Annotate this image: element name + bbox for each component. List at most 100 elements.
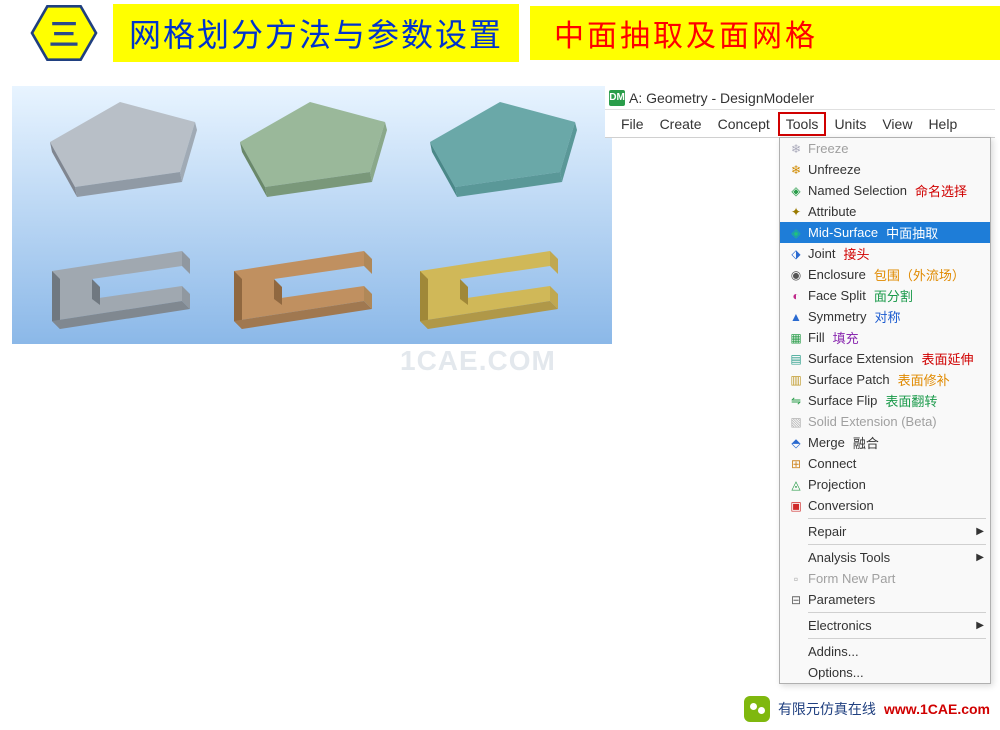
shape-pentagon-teal — [410, 92, 590, 202]
designmodeler-window: DM A: Geometry - DesignModeler File Crea… — [605, 86, 995, 138]
menu-item-addins[interactable]: Addins... — [780, 641, 990, 662]
menu-item-icon: ✦ — [784, 205, 808, 219]
menu-separator — [808, 518, 986, 519]
footer-text-2: www.1CAE.com — [884, 701, 990, 717]
menu-item-projection[interactable]: ◬Projection — [780, 474, 990, 495]
menu-item-icon: ❄ — [784, 163, 808, 177]
submenu-arrow-icon: ▶ — [976, 526, 984, 537]
menu-item-icon: ⇋ — [784, 394, 808, 408]
menu-item-surface-extension[interactable]: ▤Surface Extension表面延伸 — [780, 348, 990, 369]
menu-item-icon: ▦ — [784, 331, 808, 345]
submenu-arrow-icon: ▶ — [976, 552, 984, 563]
menu-item-icon: ▧ — [784, 415, 808, 429]
menu-item-unfreeze[interactable]: ❄Unfreeze — [780, 159, 990, 180]
hexagon-badge: 三 — [30, 3, 98, 63]
menu-concept[interactable]: Concept — [710, 112, 778, 136]
menu-item-label: Projection — [808, 477, 866, 492]
menu-view[interactable]: View — [874, 112, 920, 136]
menu-item-icon: ▲ — [784, 310, 808, 324]
menu-item-solid-extension-beta: ▧Solid Extension (Beta) — [780, 411, 990, 432]
menu-item-form-new-part: ▫Form New Part — [780, 568, 990, 589]
menu-item-label: Merge — [808, 435, 845, 450]
menu-item-annotation: 表面延伸 — [922, 349, 974, 368]
window-title: A: Geometry - DesignModeler — [629, 90, 814, 106]
menu-separator — [808, 638, 986, 639]
menu-item-fill[interactable]: ▦Fill填充 — [780, 327, 990, 348]
window-titlebar[interactable]: DM A: Geometry - DesignModeler — [605, 86, 995, 110]
menu-item-label: Attribute — [808, 204, 856, 219]
menu-item-label: Enclosure — [808, 267, 866, 282]
menu-item-surface-patch[interactable]: ▥Surface Patch表面修补 — [780, 369, 990, 390]
menu-item-annotation: 面分割 — [874, 286, 913, 305]
subtitle-box: 中面抽取及面网格 — [530, 6, 1000, 60]
menu-item-icon: ⊟ — [784, 593, 808, 607]
footer: 有限元仿真在线 www.1CAE.com — [744, 696, 990, 722]
menu-item-repair[interactable]: Repair ▶ — [780, 521, 990, 542]
menu-item-annotation: 接头 — [843, 244, 869, 263]
menu-units[interactable]: Units — [826, 112, 874, 136]
menu-item-label: Joint — [808, 246, 835, 261]
menu-item-parameters[interactable]: ⊟Parameters — [780, 589, 990, 610]
menu-item-annotation: 命名选择 — [915, 181, 967, 200]
shape-cblock-brown — [224, 241, 394, 336]
menu-item-electronics[interactable]: Electronics ▶ — [780, 615, 990, 636]
menu-separator — [808, 612, 986, 613]
menu-item-attribute[interactable]: ✦Attribute — [780, 201, 990, 222]
menu-item-mid-surface[interactable]: ◈Mid-Surface中面抽取 — [780, 222, 990, 243]
menu-item-label: Repair — [808, 524, 846, 539]
menu-item-icon: ◉ — [784, 268, 808, 282]
menu-file[interactable]: File — [613, 112, 652, 136]
menu-item-analysis-tools[interactable]: Analysis Tools ▶ — [780, 547, 990, 568]
menu-item-annotation: 表面翻转 — [885, 391, 937, 410]
menu-item-icon: ▫ — [784, 572, 808, 586]
slide-header: 三 网格划分方法与参数设置 中面抽取及面网格 — [0, 2, 1000, 64]
menu-item-icon: ▥ — [784, 373, 808, 387]
menu-item-label: Named Selection — [808, 183, 907, 198]
menu-item-icon: ▣ — [784, 499, 808, 513]
menu-item-annotation: 包围（外流场） — [874, 265, 965, 284]
shape-pentagon-green — [220, 92, 400, 202]
menu-item-merge[interactable]: ⬘Merge 融合 — [780, 432, 990, 453]
tools-dropdown: ❄Freeze❄Unfreeze◈Named Selection命名选择✦Att… — [779, 137, 991, 684]
menu-item-named-selection[interactable]: ◈Named Selection命名选择 — [780, 180, 990, 201]
menu-create[interactable]: Create — [652, 112, 710, 136]
menu-help[interactable]: Help — [920, 112, 965, 136]
menu-item-annotation: 融合 — [853, 433, 879, 452]
menu-item-label: Unfreeze — [808, 162, 861, 177]
menu-item-label: Solid Extension (Beta) — [808, 414, 937, 429]
shape-pentagon-gray — [30, 92, 210, 202]
menu-item-label: Options... — [808, 665, 864, 680]
menu-item-conversion[interactable]: ▣Conversion — [780, 495, 990, 516]
menu-item-icon: ⬘ — [784, 436, 808, 450]
menu-item-surface-flip[interactable]: ⇋Surface Flip表面翻转 — [780, 390, 990, 411]
menu-item-annotation: 表面修补 — [898, 370, 950, 389]
menu-item-label: Electronics — [808, 618, 872, 633]
menu-tools[interactable]: Tools — [778, 112, 827, 136]
wechat-icon — [744, 696, 770, 722]
menu-item-label: Conversion — [808, 498, 874, 513]
menu-item-label: Fill — [808, 330, 825, 345]
menu-item-icon: ⊞ — [784, 457, 808, 471]
menu-item-label: Addins... — [808, 644, 859, 659]
menu-item-label: Parameters — [808, 592, 875, 607]
watermark: 1CAE.COM — [400, 345, 556, 377]
menu-item-joint[interactable]: ⬗Joint接头 — [780, 243, 990, 264]
menu-item-symmetry[interactable]: ▲Symmetry对称 — [780, 306, 990, 327]
menu-item-label: Mid-Surface — [808, 225, 878, 240]
menu-item-icon: ◈ — [784, 226, 808, 240]
menu-item-face-split[interactable]: ◐Face Split面分割 — [780, 285, 990, 306]
menu-item-enclosure[interactable]: ◉Enclosure 包围（外流场） — [780, 264, 990, 285]
submenu-arrow-icon: ▶ — [976, 620, 984, 631]
menu-separator — [808, 544, 986, 545]
menu-item-label: Form New Part — [808, 571, 895, 586]
geometry-viewport[interactable] — [12, 86, 612, 344]
menu-item-connect[interactable]: ⊞Connect — [780, 453, 990, 474]
badge-number: 三 — [49, 10, 79, 54]
menu-item-label: Analysis Tools — [808, 550, 890, 565]
menu-item-label: Connect — [808, 456, 856, 471]
menu-item-options[interactable]: Options... — [780, 662, 990, 683]
slide-subtitle: 中面抽取及面网格 — [554, 11, 818, 55]
shape-cblock-yellow — [410, 241, 580, 336]
footer-text-1: 有限元仿真在线 — [778, 699, 876, 719]
shape-cblock-gray — [42, 241, 212, 336]
